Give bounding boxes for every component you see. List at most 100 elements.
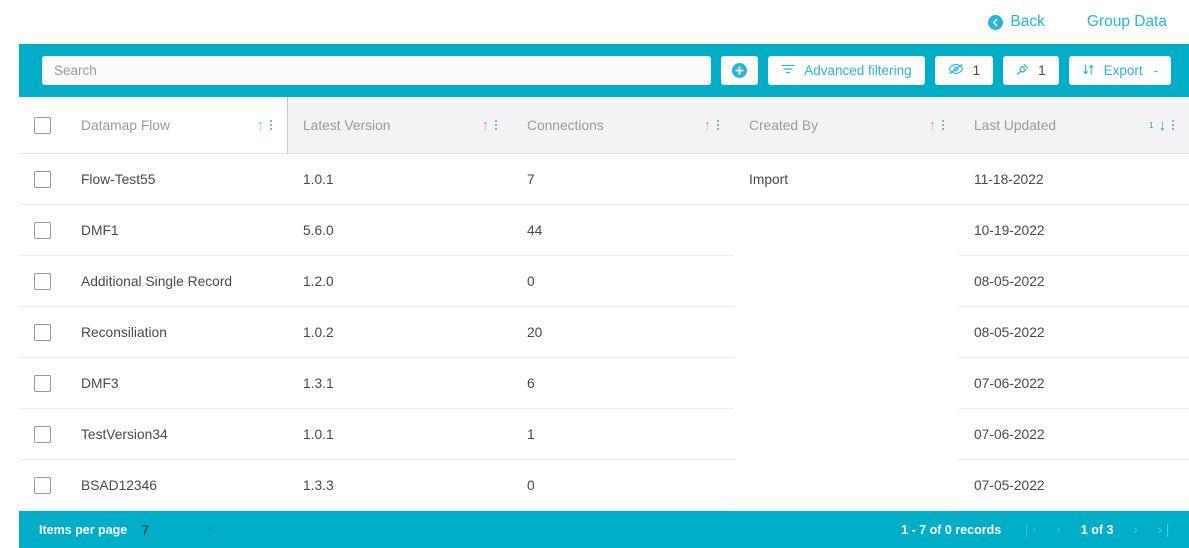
column-header-icons: 1 ↓ <box>1149 118 1175 133</box>
column-header-icons: ↑ <box>704 118 721 133</box>
add-button[interactable] <box>721 56 759 85</box>
advanced-filtering-label: Advanced filtering <box>804 63 912 78</box>
table-row[interactable]: BSAD12346 1.3.3 0 07-05-2022 <box>19 460 1189 511</box>
cell-last-updated: 07-06-2022 <box>959 409 1189 460</box>
export-label: Export <box>1103 63 1143 78</box>
cell-latest-version: 1.0.2 <box>288 307 512 358</box>
column-menu-icon[interactable] <box>1171 118 1175 132</box>
pinned-columns-button[interactable]: 1 <box>1003 56 1059 85</box>
column-menu-icon[interactable] <box>716 118 720 132</box>
select-all-header-cell[interactable] <box>19 97 66 154</box>
table-row[interactable]: Reconsiliation 1.0.2 20 08-05-2022 <box>19 307 1189 358</box>
column-header-last-updated[interactable]: Last Updated 1 ↓ <box>959 97 1189 154</box>
column-header-datamap-flow[interactable]: Datamap Flow ↑ <box>66 97 288 154</box>
cell-datamap-flow: Flow-Test55 <box>66 154 288 205</box>
cell-latest-version: 1.0.1 <box>288 409 512 460</box>
cell-last-updated: 10-19-2022 <box>959 205 1189 256</box>
row-checkbox[interactable] <box>34 221 51 239</box>
top-link-bar: Back Group Data <box>0 0 1189 44</box>
pinned-columns-count: 1 <box>1038 63 1046 78</box>
cell-datamap-flow: Reconsiliation <box>66 307 288 358</box>
column-header-latest-version[interactable]: Latest Version ↑ <box>288 97 512 154</box>
row-checkbox[interactable] <box>34 272 51 290</box>
row-checkbox[interactable] <box>34 323 51 341</box>
column-menu-icon[interactable] <box>269 118 273 132</box>
row-select-cell[interactable] <box>19 358 66 409</box>
cell-connections: 0 <box>512 256 734 307</box>
cell-connections: 44 <box>512 205 734 256</box>
column-header-label: Datamap Flow <box>81 117 170 133</box>
select-all-checkbox[interactable] <box>34 116 51 134</box>
advanced-filtering-button[interactable]: Advanced filtering <box>768 56 925 85</box>
search-input[interactable] <box>42 56 712 85</box>
row-select-cell[interactable] <box>19 307 66 358</box>
cell-datamap-flow: TestVersion34 <box>66 409 288 460</box>
row-select-cell[interactable] <box>19 460 66 511</box>
back-arrow-icon <box>988 14 1004 30</box>
cell-latest-version: 1.3.1 <box>288 358 512 409</box>
search-field-wrapper <box>42 56 712 85</box>
record-range-label: 1 - 7 of 0 records <box>901 522 1002 537</box>
table-row[interactable]: Additional Single Record 1.2.0 0 08-05-2… <box>19 256 1189 307</box>
items-per-page-value: 7 <box>141 521 150 538</box>
last-page-icon[interactable]: ›❘ <box>1158 523 1173 536</box>
cell-last-updated: 08-05-2022 <box>959 307 1189 358</box>
next-page-icon[interactable]: › <box>1133 523 1137 536</box>
cell-created-by <box>734 358 959 409</box>
table-header-row: Datamap Flow ↑ Latest Version ↑ Connecti… <box>19 97 1189 154</box>
sort-priority-index: 1 <box>1149 120 1154 130</box>
hidden-columns-count: 1 <box>972 63 981 78</box>
column-menu-icon[interactable] <box>494 118 498 132</box>
plus-icon <box>732 63 748 78</box>
column-menu-icon[interactable] <box>941 118 945 132</box>
previous-page-icon[interactable]: ‹ <box>1056 523 1060 536</box>
export-button[interactable]: Export - <box>1068 56 1171 85</box>
row-select-cell[interactable] <box>19 154 66 205</box>
page-position-label: 1 of 3 <box>1080 522 1114 537</box>
row-checkbox[interactable] <box>34 170 51 188</box>
table-row[interactable]: TestVersion34 1.0.1 1 07-06-2022 <box>19 409 1189 460</box>
cell-datamap-flow: Additional Single Record <box>66 256 288 307</box>
row-checkbox[interactable] <box>34 476 51 494</box>
items-per-page-control[interactable]: Items per page 7 ▾ <box>39 522 212 538</box>
row-select-cell[interactable] <box>19 409 66 460</box>
cell-last-updated: 07-05-2022 <box>959 460 1189 511</box>
column-header-created-by[interactable]: Created By ↑ <box>734 97 959 154</box>
cell-connections: 20 <box>512 307 734 358</box>
row-select-cell[interactable] <box>19 256 66 307</box>
grid-toolbar: Advanced filtering 1 1 <box>19 44 1189 97</box>
cell-connections: 0 <box>512 460 734 511</box>
row-checkbox[interactable] <box>34 374 51 392</box>
chevron-down-icon[interactable]: ▾ <box>207 524 212 535</box>
row-checkbox[interactable] <box>34 425 51 443</box>
group-data-label: Group Data <box>1086 13 1167 30</box>
group-data-link[interactable]: Group Data <box>1087 13 1167 31</box>
sort-ascending-icon[interactable]: ↑ <box>482 118 490 133</box>
back-link[interactable]: Back <box>988 13 1045 31</box>
first-page-icon[interactable]: ❘‹ <box>1021 523 1036 536</box>
cell-connections: 7 <box>512 154 734 205</box>
cell-last-updated: 11-18-2022 <box>959 154 1189 205</box>
column-header-label: Created By <box>749 117 819 133</box>
filter-icon <box>781 63 795 78</box>
hidden-columns-button[interactable]: 1 <box>934 56 994 85</box>
sort-ascending-icon[interactable]: ↑ <box>929 118 937 133</box>
sort-descending-icon[interactable]: ↓ <box>1159 118 1167 133</box>
column-header-label: Latest Version <box>303 117 391 133</box>
column-header-label: Connections <box>527 117 604 133</box>
cell-datamap-flow: DMF1 <box>66 205 288 256</box>
export-icon <box>1082 63 1095 79</box>
sort-ascending-icon[interactable]: ↑ <box>257 118 265 133</box>
table-row[interactable]: DMF3 1.3.1 6 07-06-2022 <box>19 358 1189 409</box>
grid-footer: Items per page 7 ▾ 1 - 7 of 0 records ❘‹… <box>19 511 1189 548</box>
table-row[interactable]: Flow-Test55 1.0.1 7 Import 11-18-2022 <box>19 154 1189 205</box>
row-select-cell[interactable] <box>19 205 66 256</box>
sort-ascending-icon[interactable]: ↑ <box>704 118 712 133</box>
cell-connections: 1 <box>512 409 734 460</box>
column-header-connections[interactable]: Connections ↑ <box>512 97 734 154</box>
eye-slash-icon <box>948 63 964 78</box>
export-caret-icon: - <box>1153 63 1158 78</box>
column-header-icons: ↑ <box>929 118 946 133</box>
cell-created-by: Import <box>734 154 959 205</box>
table-row[interactable]: DMF1 5.6.0 44 10-19-2022 <box>19 205 1189 256</box>
